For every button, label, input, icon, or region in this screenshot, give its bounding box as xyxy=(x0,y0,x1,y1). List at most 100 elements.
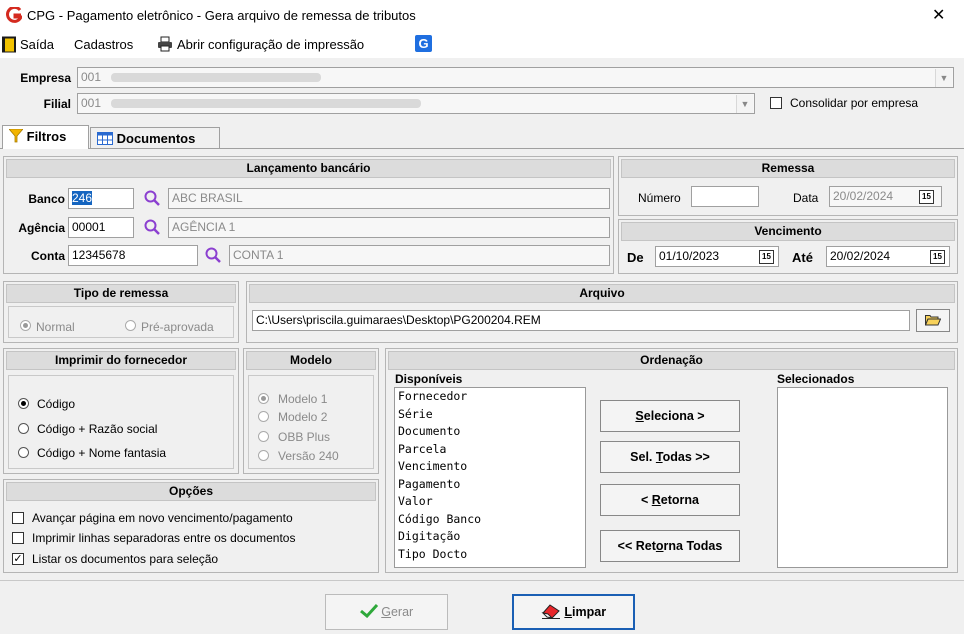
vencimento-title: Vencimento xyxy=(621,222,955,241)
empresa-name-blurred xyxy=(111,73,322,83)
filial-label: Filial xyxy=(43,97,71,111)
app-logo-icon xyxy=(6,7,22,23)
disponiveis-label: Disponíveis xyxy=(395,372,463,386)
radio-normal-label: Normal xyxy=(36,320,75,334)
chevron-down-icon[interactable]: ▼ xyxy=(736,95,753,113)
de-label: De xyxy=(627,250,644,265)
menu-saida[interactable]: Saída xyxy=(20,37,54,52)
radio-normal xyxy=(20,320,31,331)
list-item[interactable]: Parcela xyxy=(395,441,585,459)
eraser-icon xyxy=(541,604,560,619)
disponiveis-list[interactable]: Fornecedor Série Documento Parcela Venci… xyxy=(394,387,586,568)
exit-door-icon xyxy=(2,36,16,53)
calendar-icon[interactable]: 15 xyxy=(919,190,934,204)
empresa-value: 001 xyxy=(81,70,102,84)
radio-pre-aprovada xyxy=(125,320,136,331)
footer-divider xyxy=(0,580,964,581)
tab-filtros[interactable]: Filtros xyxy=(2,125,89,149)
help-g-icon[interactable]: G xyxy=(415,35,432,52)
conta-input[interactable]: 12345678 xyxy=(68,245,198,266)
menu-cadastros[interactable]: Cadastros xyxy=(74,37,133,52)
agencia-name-field: AGÊNCIA 1 xyxy=(168,217,610,238)
numero-label: Número xyxy=(638,191,681,205)
opcao-linhas-label: Imprimir linhas separadoras entre os doc… xyxy=(32,531,296,545)
list-item[interactable]: Série xyxy=(395,406,585,424)
checkmark-icon xyxy=(359,603,378,619)
radio-versao-240-label: Versão 240 xyxy=(278,449,339,463)
opcoes-title: Opções xyxy=(6,482,376,501)
selecionados-list[interactable] xyxy=(777,387,948,568)
agencia-label: Agência xyxy=(18,221,65,235)
list-item[interactable]: Vencimento xyxy=(395,458,585,476)
data-label: Data xyxy=(793,191,819,205)
tipo-remessa-title: Tipo de remessa xyxy=(6,284,236,303)
ordenacao-title: Ordenação xyxy=(388,351,955,370)
arquivo-input[interactable]: C:\Users\priscila.guimaraes\Desktop\PG20… xyxy=(252,310,910,331)
tab-filtros-label: Filtros xyxy=(26,129,67,144)
limpar-button[interactable]: Limpar xyxy=(512,594,635,630)
radio-versao-240 xyxy=(258,450,269,461)
list-item[interactable]: Pagamento xyxy=(395,476,585,494)
empresa-select[interactable]: 001 ▼ xyxy=(77,67,954,88)
chevron-down-icon[interactable]: ▼ xyxy=(935,69,952,87)
retorna-todas-button[interactable]: << Retorna Todas xyxy=(600,530,740,562)
search-icon[interactable] xyxy=(204,246,222,264)
radio-codigo[interactable] xyxy=(18,398,29,409)
opcao-avancar-checkbox[interactable] xyxy=(12,512,24,524)
title-bar: CPG - Pagamento eletrônico - Gera arquiv… xyxy=(0,0,964,32)
seleciona-button[interactable]: Seleciona > xyxy=(600,400,740,432)
list-item[interactable]: Digitação xyxy=(395,528,585,546)
calendar-icon[interactable]: 15 xyxy=(759,250,774,264)
radio-codigo-label: Código xyxy=(37,397,76,411)
filial-select[interactable]: 001 ▼ xyxy=(77,93,755,114)
calendar-icon[interactable]: 15 xyxy=(930,250,945,264)
consolidar-label: Consolidar por empresa xyxy=(790,96,919,110)
radio-modelo-2-label: Modelo 2 xyxy=(278,410,328,424)
numero-input[interactable] xyxy=(691,186,759,207)
opcao-avancar-label: Avançar página em novo vencimento/pagame… xyxy=(32,511,293,525)
sel-todas-button[interactable]: Sel. Todas >> xyxy=(600,441,740,473)
retorna-button[interactable]: < Retorna xyxy=(600,484,740,516)
lancamento-title: Lançamento bancário xyxy=(6,159,611,178)
tab-documentos[interactable]: Documentos xyxy=(90,127,220,149)
printer-icon xyxy=(158,36,172,52)
radio-modelo-1 xyxy=(258,393,269,404)
remessa-title: Remessa xyxy=(621,159,955,178)
arquivo-title: Arquivo xyxy=(249,284,955,303)
list-item[interactable]: Tipo Docto xyxy=(395,546,585,564)
banco-input[interactable]: 246 xyxy=(68,188,134,209)
window-title: CPG - Pagamento eletrônico - Gera arquiv… xyxy=(27,8,416,23)
close-icon[interactable]: ✕ xyxy=(932,5,945,25)
opcao-linhas-checkbox[interactable] xyxy=(12,532,24,544)
list-item[interactable]: Documento xyxy=(395,423,585,441)
opcao-listar-checkbox[interactable]: ✓ xyxy=(12,553,24,565)
tab-documentos-label: Documentos xyxy=(116,131,196,146)
banco-name-field: ABC BRASIL xyxy=(168,188,610,209)
list-item[interactable]: Fornecedor xyxy=(395,388,585,406)
imprimir-title: Imprimir do fornecedor xyxy=(6,351,236,370)
agencia-input[interactable]: 00001 xyxy=(68,217,134,238)
search-icon[interactable] xyxy=(143,189,161,207)
menu-abrir-configuracao[interactable]: Abrir configuração de impressão xyxy=(177,37,364,52)
consolidar-checkbox[interactable] xyxy=(770,97,782,109)
search-icon[interactable] xyxy=(143,218,161,236)
list-item[interactable]: Código Banco xyxy=(395,511,585,529)
modelo-title: Modelo xyxy=(246,351,376,370)
radio-obb-plus-label: OBB Plus xyxy=(278,430,331,444)
radio-codigo-razao[interactable] xyxy=(18,423,29,434)
ate-label: Até xyxy=(792,250,813,265)
radio-codigo-razao-label: Código + Razão social xyxy=(37,422,158,436)
selecionados-label: Selecionados xyxy=(777,372,855,386)
radio-modelo-1-label: Modelo 1 xyxy=(278,392,328,406)
grid-icon xyxy=(97,132,113,145)
browse-button[interactable] xyxy=(916,309,950,332)
radio-modelo-2 xyxy=(258,411,269,422)
empresa-label: Empresa xyxy=(20,71,71,85)
open-folder-icon xyxy=(924,315,942,326)
conta-name-field: CONTA 1 xyxy=(229,245,610,266)
banco-value: 246 xyxy=(72,191,93,205)
radio-codigo-fantasia[interactable] xyxy=(18,447,29,458)
list-item[interactable]: Valor xyxy=(395,493,585,511)
filial-name-blurred xyxy=(111,99,422,109)
radio-obb-plus xyxy=(258,431,269,442)
